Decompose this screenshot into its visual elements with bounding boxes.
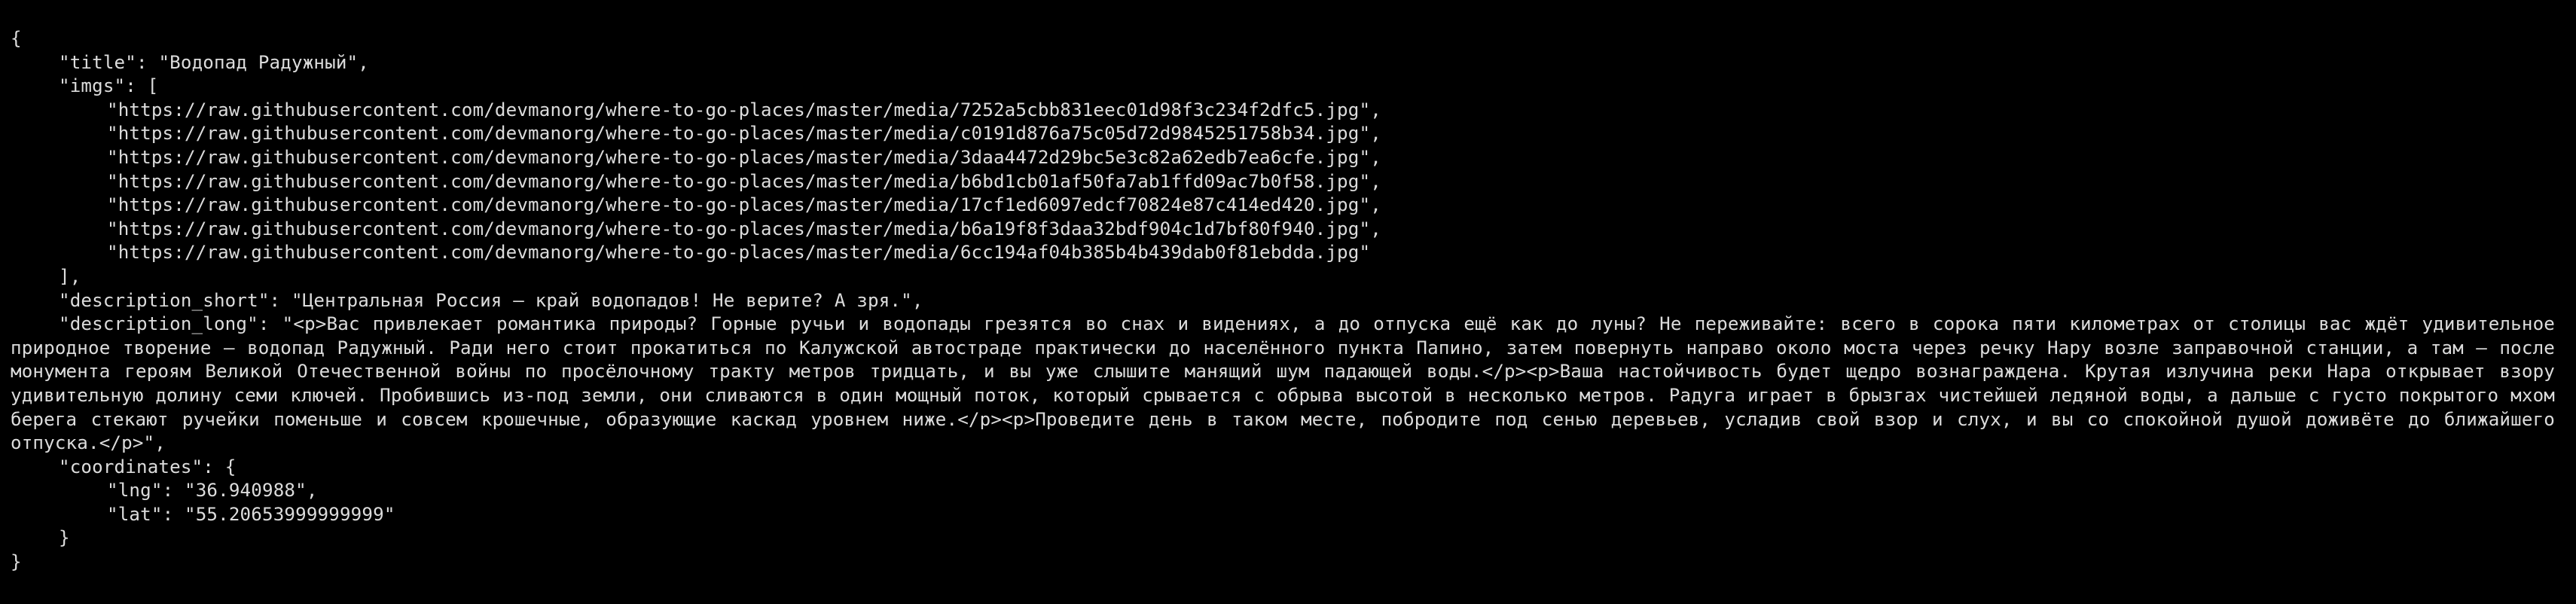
- imgs-line: "imgs": [: [11, 75, 2565, 99]
- imgs-item: "https://raw.githubusercontent.com/devma…: [11, 146, 2565, 170]
- description-long-key: "description_long": [59, 313, 258, 335]
- imgs-close-bracket: ],: [59, 265, 81, 287]
- lat-key: "lat": [107, 503, 163, 525]
- imgs-item: "https://raw.githubusercontent.com/devma…: [11, 170, 2565, 194]
- img-comma: ,: [1370, 146, 1381, 168]
- img-url: "https://raw.githubusercontent.com/devma…: [107, 99, 1371, 120]
- img-url: "https://raw.githubusercontent.com/devma…: [107, 123, 1371, 145]
- img-url: "https://raw.githubusercontent.com/devma…: [107, 194, 1371, 216]
- imgs-item: "https://raw.githubusercontent.com/devma…: [11, 194, 2565, 218]
- title-comma: ,: [358, 51, 369, 73]
- json-open-brace: {: [11, 27, 2565, 51]
- imgs-open-bracket: [: [147, 75, 159, 97]
- description-long-line: "description_long": "<p>Вас привлекает р…: [11, 313, 2565, 456]
- lat-value: "55.20653999999999": [185, 503, 395, 525]
- coordinates-colon: :: [203, 456, 225, 477]
- imgs-item: "https://raw.githubusercontent.com/devma…: [11, 218, 2565, 242]
- json-close-brace: }: [11, 551, 2565, 575]
- description-long-comma: ,: [154, 432, 166, 454]
- img-comma: ,: [1370, 218, 1381, 239]
- title-line: "title": "Водопад Радужный",: [11, 51, 2565, 75]
- imgs-key: "imgs": [59, 75, 126, 97]
- lng-value: "36.940988": [185, 480, 307, 502]
- title-value: "Водопад Радужный": [158, 51, 359, 73]
- open-brace: {: [11, 28, 22, 49]
- img-comma: ,: [1370, 123, 1381, 145]
- lng-key: "lng": [107, 480, 163, 502]
- imgs-item: "https://raw.githubusercontent.com/devma…: [11, 122, 2565, 146]
- img-url: "https://raw.githubusercontent.com/devma…: [107, 242, 1371, 264]
- description-short-comma: ,: [911, 289, 923, 311]
- lng-comma: ,: [306, 480, 318, 502]
- img-url: "https://raw.githubusercontent.com/devma…: [107, 218, 1371, 239]
- img-url: "https://raw.githubusercontent.com/devma…: [107, 170, 1371, 192]
- description-long-value: "<p>Вас привлекает романтика природы? Го…: [11, 313, 2566, 454]
- imgs-item: "https://raw.githubusercontent.com/devma…: [11, 99, 2565, 123]
- coordinates-line: "coordinates": {: [11, 456, 2565, 480]
- json-viewer: {"title": "Водопад Радужный", "imgs": ["h…: [0, 0, 2576, 604]
- imgs-close-line: ],: [11, 265, 2565, 289]
- img-comma: ,: [1370, 99, 1381, 120]
- description-short-line: "description_short": "Центральная Россия…: [11, 289, 2565, 313]
- description-short-colon: :: [269, 289, 291, 311]
- lat-colon: :: [162, 503, 185, 525]
- img-comma: ,: [1370, 194, 1381, 216]
- title-key: "title": [59, 51, 136, 73]
- lng-line: "lng": "36.940988",: [11, 479, 2565, 503]
- coordinates-close-line: }: [11, 526, 2565, 551]
- lng-colon: :: [162, 480, 185, 502]
- description-short-value: "Центральная Россия — край водопадов! Не…: [291, 289, 912, 311]
- img-url: "https://raw.githubusercontent.com/devma…: [107, 146, 1371, 168]
- imgs-item: "https://raw.githubusercontent.com/devma…: [11, 241, 2565, 265]
- lat-line: "lat": "55.20653999999999": [11, 503, 2565, 527]
- description-short-key: "description_short": [59, 289, 270, 311]
- img-comma: ,: [1370, 170, 1381, 192]
- coordinates-key: "coordinates": [59, 456, 203, 477]
- coordinates-close-brace: }: [59, 527, 70, 549]
- title-colon: :: [136, 51, 159, 73]
- close-brace: }: [11, 551, 22, 573]
- imgs-colon: :: [125, 75, 148, 97]
- description-long-colon: :: [258, 313, 282, 335]
- coordinates-open-brace: {: [224, 456, 237, 477]
